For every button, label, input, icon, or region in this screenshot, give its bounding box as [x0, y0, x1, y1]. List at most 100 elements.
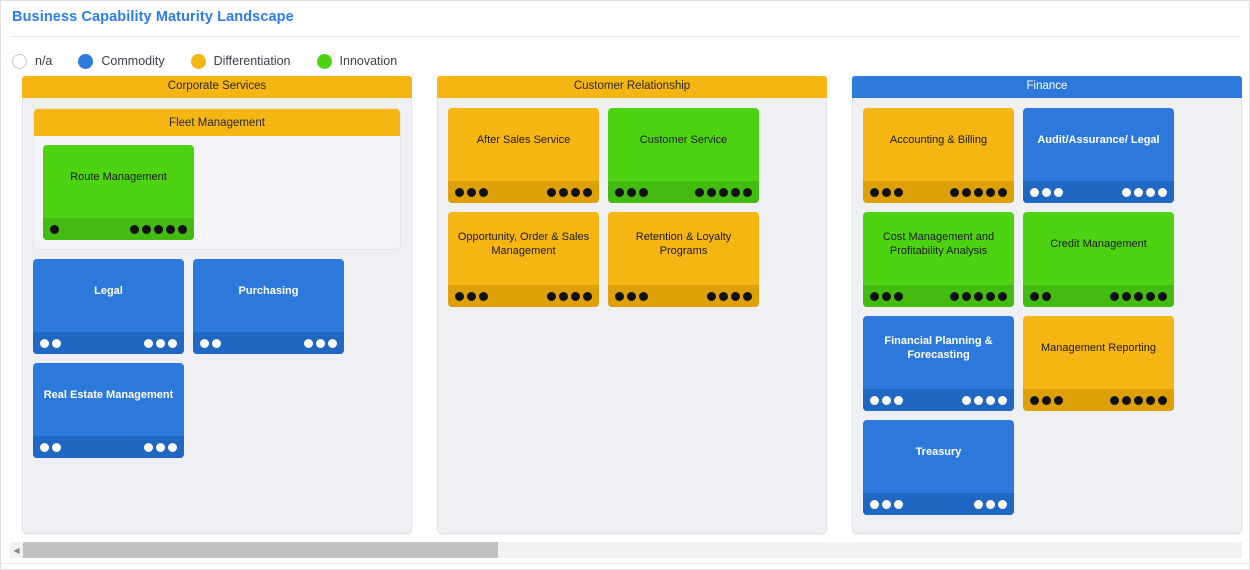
maturity-dot [455, 291, 464, 301]
capability-card-customer-service[interactable]: Customer Service [608, 108, 759, 203]
capability-card-opportunity-order-sales-management[interactable]: Opportunity, Order & Sales Management [448, 212, 599, 307]
maturity-dot [212, 338, 221, 348]
maturity-dot [998, 291, 1007, 301]
maturity-dot [615, 187, 624, 197]
capability-card-title: Real Estate Management [43, 388, 174, 401]
capability-card-retention-loyalty-programs[interactable]: Retention & Loyalty Programs [608, 212, 759, 307]
capability-card-accounting-billing[interactable]: Accounting & Billing [863, 108, 1014, 203]
maturity-dot [1030, 187, 1039, 197]
maturity-dot [615, 291, 624, 301]
maturity-target-dots [547, 291, 592, 301]
capability-card-audit-assurance-legal[interactable]: Audit/Assurance/ Legal [1023, 108, 1174, 203]
maturity-dot [1146, 291, 1155, 301]
maturity-current-dots [1030, 395, 1063, 405]
maturity-current-dots [870, 187, 903, 197]
maturity-target-dots [1122, 187, 1167, 197]
maturity-dot [731, 291, 740, 301]
column-header[interactable]: Finance [852, 76, 1242, 98]
maturity-dot [200, 338, 209, 348]
maturity-dot [974, 395, 983, 405]
maturity-dot [144, 442, 153, 452]
group-header[interactable]: Fleet Management [34, 109, 400, 136]
legend-item-label: Commodity [101, 54, 165, 68]
capability-card-footer [1023, 285, 1174, 307]
capability-card-footer [43, 218, 194, 240]
maturity-dot [870, 395, 879, 405]
maturity-dot [998, 395, 1007, 405]
legend-item-n-a[interactable]: n/a [12, 53, 52, 69]
capability-card-treasury[interactable]: Treasury [863, 420, 1014, 515]
maturity-dot [130, 224, 139, 234]
maturity-dot [40, 442, 49, 452]
maturity-dot [882, 291, 891, 301]
maturity-dot [178, 224, 187, 234]
scroll-left-arrow-icon[interactable]: ◀ [10, 542, 23, 558]
capability-card-legal[interactable]: Legal [33, 259, 184, 354]
capability-card-management-reporting[interactable]: Management Reporting [1023, 316, 1174, 411]
title-divider [11, 36, 1240, 37]
column-header[interactable]: Customer Relationship [437, 76, 827, 98]
capability-card-footer [448, 285, 599, 307]
maturity-dot [1054, 187, 1063, 197]
maturity-current-dots [1030, 187, 1063, 197]
capability-card-footer [33, 436, 184, 458]
maturity-dot [583, 187, 592, 197]
maturity-dot [142, 224, 151, 234]
circle-filled-icon [190, 53, 206, 69]
maturity-dot [559, 291, 568, 301]
maturity-target-dots [962, 395, 1007, 405]
maturity-dot [639, 187, 648, 197]
capability-card-route-management[interactable]: Route Management [43, 145, 194, 240]
maturity-dot [571, 291, 580, 301]
maturity-dot [467, 187, 476, 197]
maturity-dot [1146, 395, 1155, 405]
maturity-dot [986, 187, 995, 197]
maturity-dot [950, 187, 959, 197]
scrollbar-track[interactable] [23, 542, 1242, 558]
scrollbar-thumb[interactable] [23, 542, 499, 558]
maturity-dot [719, 291, 728, 301]
maturity-current-dots [455, 187, 488, 197]
capability-card-real-estate-management[interactable]: Real Estate Management [33, 363, 184, 458]
maturity-dot [974, 499, 983, 509]
maturity-dot [695, 187, 704, 197]
capability-card-purchasing[interactable]: Purchasing [193, 259, 344, 354]
capability-landscape-page: Business Capability Maturity Landscape n… [0, 0, 1250, 570]
maturity-current-dots [455, 291, 488, 301]
maturity-dot [894, 291, 903, 301]
maturity-dot [962, 395, 971, 405]
maturity-dot [998, 187, 1007, 197]
horizontal-scrollbar[interactable]: ◀ [10, 542, 1242, 558]
maturity-dot [743, 291, 752, 301]
maturity-target-dots [950, 187, 1007, 197]
maturity-dot [998, 499, 1007, 509]
legend-item-differentiation[interactable]: Differentiation [190, 53, 291, 69]
capability-card-after-sales-service[interactable]: After Sales Service [448, 108, 599, 203]
maturity-dot [986, 291, 995, 301]
maturity-dot [50, 224, 59, 234]
maturity-dot [571, 187, 580, 197]
maturity-dot [882, 187, 891, 197]
maturity-dot [627, 291, 636, 301]
maturity-dot [1110, 395, 1119, 405]
maturity-dot [743, 187, 752, 197]
maturity-dot [719, 187, 728, 197]
legend-item-commodity[interactable]: Commodity [78, 53, 165, 69]
maturity-dot [882, 395, 891, 405]
maturity-current-dots [615, 291, 648, 301]
capability-card-cost-management-and-profitability-analysis[interactable]: Cost Management and Profitability Analys… [863, 212, 1014, 307]
maturity-dot [986, 499, 995, 509]
column-header[interactable]: Corporate Services [22, 76, 412, 98]
maturity-dot [168, 442, 177, 452]
capability-card-footer [863, 285, 1014, 307]
maturity-dot [1042, 187, 1051, 197]
capability-card-financial-planning-forecasting[interactable]: Financial Planning & Forecasting [863, 316, 1014, 411]
maturity-dot [1122, 395, 1131, 405]
capability-card-title: Route Management [70, 170, 167, 183]
legend-item-innovation[interactable]: Innovation [316, 53, 397, 69]
capability-card-credit-management[interactable]: Credit Management [1023, 212, 1174, 307]
maturity-target-dots [547, 187, 592, 197]
capability-card-footer [1023, 389, 1174, 411]
maturity-dot [1122, 291, 1131, 301]
capability-card-title: Management Reporting [1041, 341, 1156, 354]
